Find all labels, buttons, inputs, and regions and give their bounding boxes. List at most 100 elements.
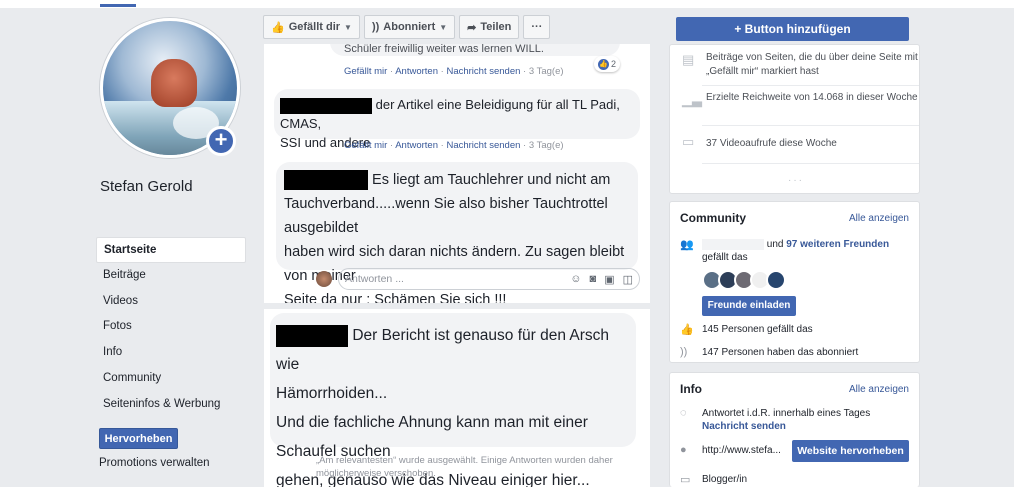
chevron-down-icon: ▼ [439,22,448,32]
redacted-name [276,324,348,347]
community-title[interactable]: Community [680,211,746,225]
friends-prefix: und [766,239,787,250]
follow-button[interactable]: )) Abonniert ▼ [363,15,456,39]
divider [702,125,919,126]
reply-placeholder: Antworten ... [345,273,404,285]
nav-item-fotos[interactable]: Fotos [96,314,246,340]
avatar[interactable] [766,270,786,290]
avatar [316,271,332,287]
bar-chart-icon: ▁▃ [682,92,702,107]
stat-page-likes-text: Beiträge von Seiten, die du über deine S… [706,52,918,77]
send-message-link[interactable]: Nachricht senden [702,420,912,433]
community-see-all-link[interactable]: Alle anzeigen [849,213,909,224]
camera-icon[interactable]: ◙ [590,273,597,286]
friend-avatars [702,270,786,290]
reply-tools: ☺ ◙ ▣ ◫ [570,273,633,286]
divider [702,85,919,86]
top-strip [0,0,1014,8]
profile-name[interactable]: Stefan Gerold [100,178,193,195]
nav-item-videos[interactable]: Videos [96,289,246,315]
friends-icon: 👥 [680,239,694,251]
globe-icon: ● [680,444,687,456]
comment-text: Schüler freiwillig weiter was lernen WIL… [344,44,544,55]
reply-composer: Antworten ... ☺ ◙ ▣ ◫ [316,267,640,291]
rss-icon: )) [371,21,380,33]
like-page-button[interactable]: 👍 Gefällt dir ▼ [263,15,360,39]
reaction-count-value: 2 [611,59,617,69]
like-page-label: Gefällt dir [288,21,341,33]
gif-icon[interactable]: ▣ [604,273,614,286]
left-sidebar: + Stefan Gerold Startseite Beiträge Vide… [96,8,252,487]
stat-reach-text: Erzielte Reichweite von 14.068 in dieser… [706,92,918,103]
messenger-icon: ◌ [680,407,687,419]
reply-link[interactable]: Antworten [395,66,438,77]
add-button-button[interactable]: + Button hinzufügen [676,17,909,41]
send-message-link[interactable]: Nachricht senden [446,66,520,77]
follow-label: Abonniert [383,21,436,33]
redacted-name [284,170,368,191]
reply-link[interactable]: Antworten [395,140,438,151]
comment-time[interactable]: 3 Tag(e) [529,66,564,77]
share-arrow-icon: ➦ [467,21,477,34]
redacted-friend-name [702,238,764,250]
add-photo-icon[interactable]: + [206,126,236,156]
share-label: Teilen [480,21,512,33]
category-icon: ▭ [680,474,691,486]
promote-website-button[interactable]: Website hervorheben [792,440,909,462]
stat-reach[interactable]: ▁▃ Erzielte Reichweite von 14.068 in die… [670,91,919,121]
thumbs-up-icon: 👍 [680,324,694,336]
comment-line-2: Tauchverband.....wenn Sie also bisher Ta… [284,196,608,236]
video-camera-icon: ▭ [682,134,695,149]
friends-suffix: gefällt das [702,252,748,263]
comment-line-2: Hämorrhoiden... [276,385,388,402]
like-comment-link[interactable]: Gefällt mir [344,140,387,151]
likes-count-text[interactable]: 145 Personen gefällt das [702,323,912,336]
stat-page-likes[interactable]: ▤ Beiträge von Seiten, die du über deine… [670,51,919,81]
send-message-link[interactable]: Nachricht senden [446,140,520,151]
website-link[interactable]: http://www.stefa... [702,444,792,457]
section-divider [264,303,650,309]
thumbs-up-icon: 👍 [271,21,285,34]
more-dots-icon: ··· [531,21,543,33]
manage-promotions-link[interactable]: Promotions verwalten [99,457,210,469]
more-options-button[interactable]: ··· [523,15,551,39]
followers-count-text[interactable]: 147 Personen haben das abonniert [702,346,912,359]
invite-friends-button[interactable]: Freunde einladen [702,296,796,316]
share-button[interactable]: ➦ Teilen [459,15,520,39]
page-nav: Startseite Beiträge Videos Fotos Info Co… [96,237,246,418]
emoji-icon[interactable]: ☺ [570,273,581,286]
profile-picture-person [151,59,197,107]
category-text[interactable]: Blogger/in [702,473,912,486]
comment-actions: Gefällt mir · Antworten · Nachricht send… [344,140,564,151]
friends-like-text: und 97 weiteren Freunden gefällt das [702,238,912,264]
active-tab-indicator [100,4,136,7]
comment-time[interactable]: 3 Tag(e) [529,140,564,151]
info-see-all-link[interactable]: Alle anzeigen [849,384,909,395]
comment-bubble: der Artikel eine Beleidigung für all TL … [274,89,640,150]
friends-link[interactable]: 97 weiteren Freunden [786,239,889,250]
rss-icon: )) [680,346,688,358]
reply-input[interactable]: Antworten ... ☺ ◙ ▣ ◫ [338,268,640,290]
nav-item-beitraege[interactable]: Beiträge [96,263,246,289]
community-card: Community Alle anzeigen 👥 und 97 weitere… [669,201,920,363]
page-action-toolbar: 👍 Gefällt dir ▼ )) Abonniert ▼ ➦ Teilen … [263,15,551,41]
sort-notice: „Am relevantesten“ wurde ausgewählt. Ein… [316,455,613,479]
comment-bubble: Schüler freiwillig weiter was lernen WIL… [330,44,620,56]
like-comment-link[interactable]: Gefällt mir [344,66,387,77]
info-card: Info Alle anzeigen ◌ Antwortet i.d.R. in… [669,372,920,487]
info-title[interactable]: Info [680,382,702,396]
promote-button[interactable]: Hervorheben [99,428,178,449]
comment-bubble: Der Bericht ist genauso für den Arsch wi… [270,313,636,487]
nav-item-community[interactable]: Community [96,366,246,392]
sticker-icon[interactable]: ◫ [623,273,633,286]
stat-video-views[interactable]: ▭ 37 Videoaufrufe diese Woche [670,134,919,153]
newsfeed-icon: ▤ [682,52,695,67]
stat-video-views-text: 37 Videoaufrufe diese Woche [706,138,837,149]
see-more-dots[interactable]: ··· [788,175,804,186]
nav-item-info[interactable]: Info [96,340,246,366]
redacted-name [280,97,372,114]
reaction-count[interactable]: 👍 2 [594,56,621,72]
nav-item-seiteninfos[interactable]: Seiteninfos & Werbung [96,392,246,418]
nav-item-startseite[interactable]: Startseite [96,237,246,263]
chevron-down-icon: ▼ [344,22,352,32]
